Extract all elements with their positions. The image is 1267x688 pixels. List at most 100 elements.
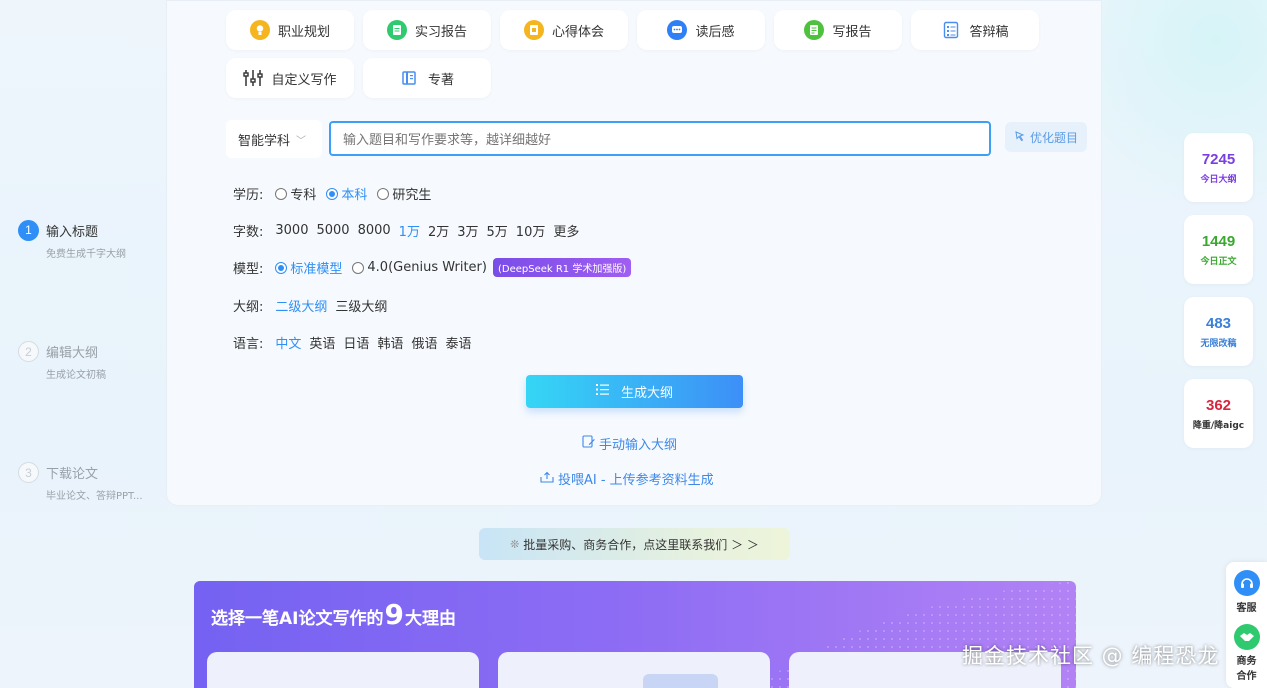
wordcount-100k[interactable]: 10万 <box>516 221 546 240</box>
wordcount-label: 字数: <box>233 225 264 240</box>
headset-icon <box>1233 570 1260 596</box>
step-number: 1 <box>18 220 39 241</box>
wordcount-row: 字数: 3000 5000 8000 1万 2万 3万 5万 10万 更多 <box>233 221 587 240</box>
radio-postgraduate[interactable]: 研究生 <box>377 184 431 203</box>
business-contact-label: 批量采购、商务合作，点这里联系我们 ＞ ＞ <box>523 537 759 552</box>
generate-outline-button[interactable]: 生成大纲 <box>526 375 743 408</box>
category-career-planning[interactable]: 职业规划 <box>226 10 354 50</box>
stat-label: 降重/降aigc <box>1192 420 1245 431</box>
step-number: 3 <box>18 462 39 483</box>
category-label: 心得体会 <box>551 24 604 40</box>
stat-label: 无限改稿 <box>1200 338 1237 349</box>
subject-select[interactable]: 智能学科 ﹀ <box>226 120 322 158</box>
stat-value: 1449 <box>1201 232 1236 250</box>
wordcount-50k[interactable]: 5万 <box>487 221 508 240</box>
reasons-heading: 选择一笔AI论文写作的 9 大理由 <box>211 598 456 631</box>
reason-card <box>207 652 479 688</box>
outline-level-2[interactable]: 二级大纲 <box>275 296 327 315</box>
document-icon <box>386 20 407 40</box>
category-label: 职业规划 <box>277 24 330 40</box>
language-korean[interactable]: 韩语 <box>377 333 403 352</box>
edit-icon <box>582 435 595 452</box>
category-label: 答辩稿 <box>969 24 1009 40</box>
step-subtitle: 免费生成千字大纲 <box>46 249 126 260</box>
manual-outline-label: 手动输入大纲 <box>599 438 678 453</box>
model-row: 模型: 标准模型 4.0(Genius Writer) (DeepSeek R1… <box>233 258 632 277</box>
outline-label: 大纲: <box>233 300 264 315</box>
upload-reference-link[interactable]: 投喂AI - 上传参考资料生成 <box>540 469 714 488</box>
outline-level-3[interactable]: 三级大纲 <box>335 296 387 315</box>
wordcount-8000[interactable]: 8000 <box>358 223 391 238</box>
category-monograph[interactable]: 专著 <box>363 58 491 98</box>
category-label: 实习报告 <box>414 24 467 40</box>
category-custom-writing[interactable]: 自定义写作 <box>226 58 354 98</box>
stat-value: 483 <box>1205 314 1232 332</box>
floating-service-panel: 客服 商务 合作 <box>1226 562 1267 688</box>
wordcount-20k[interactable]: 2万 <box>428 221 449 240</box>
category-label: 自定义写作 <box>271 72 337 88</box>
radio-junior-college[interactable]: 专科 <box>275 184 316 203</box>
lightbulb-icon <box>249 20 270 40</box>
category-label: 读后感 <box>695 24 735 40</box>
radio-label: 专科 <box>290 188 317 203</box>
wordcount-30k[interactable]: 3万 <box>457 221 478 240</box>
language-japanese[interactable]: 日语 <box>343 333 369 352</box>
topic-input[interactable] <box>329 121 991 156</box>
handshake-icon <box>1233 624 1260 650</box>
manual-outline-link[interactable]: 手动输入大纲 <box>582 434 677 453</box>
stat-plagiarism-reduction: 362 降重/降aigc <box>1184 379 1253 448</box>
generate-label: 生成大纲 <box>620 386 673 401</box>
stat-today-outlines: 7245 今日大纲 <box>1184 133 1253 202</box>
language-label: 语言: <box>233 337 264 352</box>
education-row: 学历: 专科 本科 研究生 <box>233 184 441 203</box>
business-label-1: 商务 <box>1236 656 1257 667</box>
language-row: 语言: 中文 英语 日语 韩语 俄语 泰语 <box>233 333 479 352</box>
optimize-topic-button[interactable]: 优化题目 <box>1005 122 1087 152</box>
language-chinese[interactable]: 中文 <box>275 333 301 352</box>
upload-reference-label: 投喂AI - 上传参考资料生成 <box>558 473 714 488</box>
category-label: 专著 <box>427 72 454 88</box>
radio-bachelor[interactable]: 本科 <box>326 184 367 203</box>
radio-dot <box>275 187 288 200</box>
reasons-heading-post: 大理由 <box>404 609 456 629</box>
language-thai[interactable]: 泰语 <box>445 333 471 352</box>
category-write-report[interactable]: 写报告 <box>774 10 902 50</box>
book-icon <box>400 68 420 88</box>
radio-label: 标准模型 <box>290 262 343 277</box>
customer-service-button[interactable]: 客服 <box>1226 570 1267 614</box>
radio-standard-model[interactable]: 标准模型 <box>275 258 342 277</box>
radio-dot <box>326 187 339 200</box>
step-title: 下载论文 <box>46 467 99 482</box>
chevron-down-icon: ﹀ <box>296 135 307 147</box>
deepseek-badge: (DeepSeek R1 学术加强版) <box>492 258 632 277</box>
stat-label: 今日正文 <box>1200 256 1237 267</box>
sliders-icon <box>243 68 264 88</box>
business-contact-banner[interactable]: ❊ 批量采购、商务合作，点这里联系我们 ＞ ＞ <box>479 528 790 560</box>
radio-genius-writer[interactable]: 4.0(Genius Writer) <box>352 260 487 275</box>
wordcount-5000[interactable]: 5000 <box>316 223 349 238</box>
checklist-icon <box>941 20 961 40</box>
subject-selected: 智能学科 <box>238 133 291 149</box>
category-defense-speech[interactable]: 答辩稿 <box>911 10 1039 50</box>
radio-dot <box>352 261 365 274</box>
language-russian[interactable]: 俄语 <box>411 333 437 352</box>
step-title: 输入标题 <box>46 225 99 240</box>
wordcount-3000[interactable]: 3000 <box>275 223 308 238</box>
cursor-click-icon <box>1014 130 1026 145</box>
wordcount-more[interactable]: 更多 <box>553 221 579 240</box>
business-cooperation-button[interactable]: 商务 合作 <box>1226 624 1267 682</box>
optimize-label: 优化题目 <box>1029 130 1078 145</box>
category-internship-report[interactable]: 实习报告 <box>363 10 491 50</box>
upload-icon <box>540 471 554 487</box>
radio-label: 4.0(Genius Writer) <box>367 260 487 275</box>
radio-label: 研究生 <box>392 188 432 203</box>
business-label-2: 合作 <box>1236 671 1257 682</box>
chat-icon <box>667 20 688 40</box>
category-reflections[interactable]: 心得体会 <box>500 10 628 50</box>
stat-value: 362 <box>1205 396 1232 414</box>
language-english[interactable]: 英语 <box>309 333 335 352</box>
category-book-review[interactable]: 读后感 <box>637 10 765 50</box>
stat-today-fulltext: 1449 今日正文 <box>1184 215 1253 284</box>
step-subtitle: 毕业论文、答辩PPT... <box>46 491 143 502</box>
wordcount-10k[interactable]: 1万 <box>399 221 420 240</box>
